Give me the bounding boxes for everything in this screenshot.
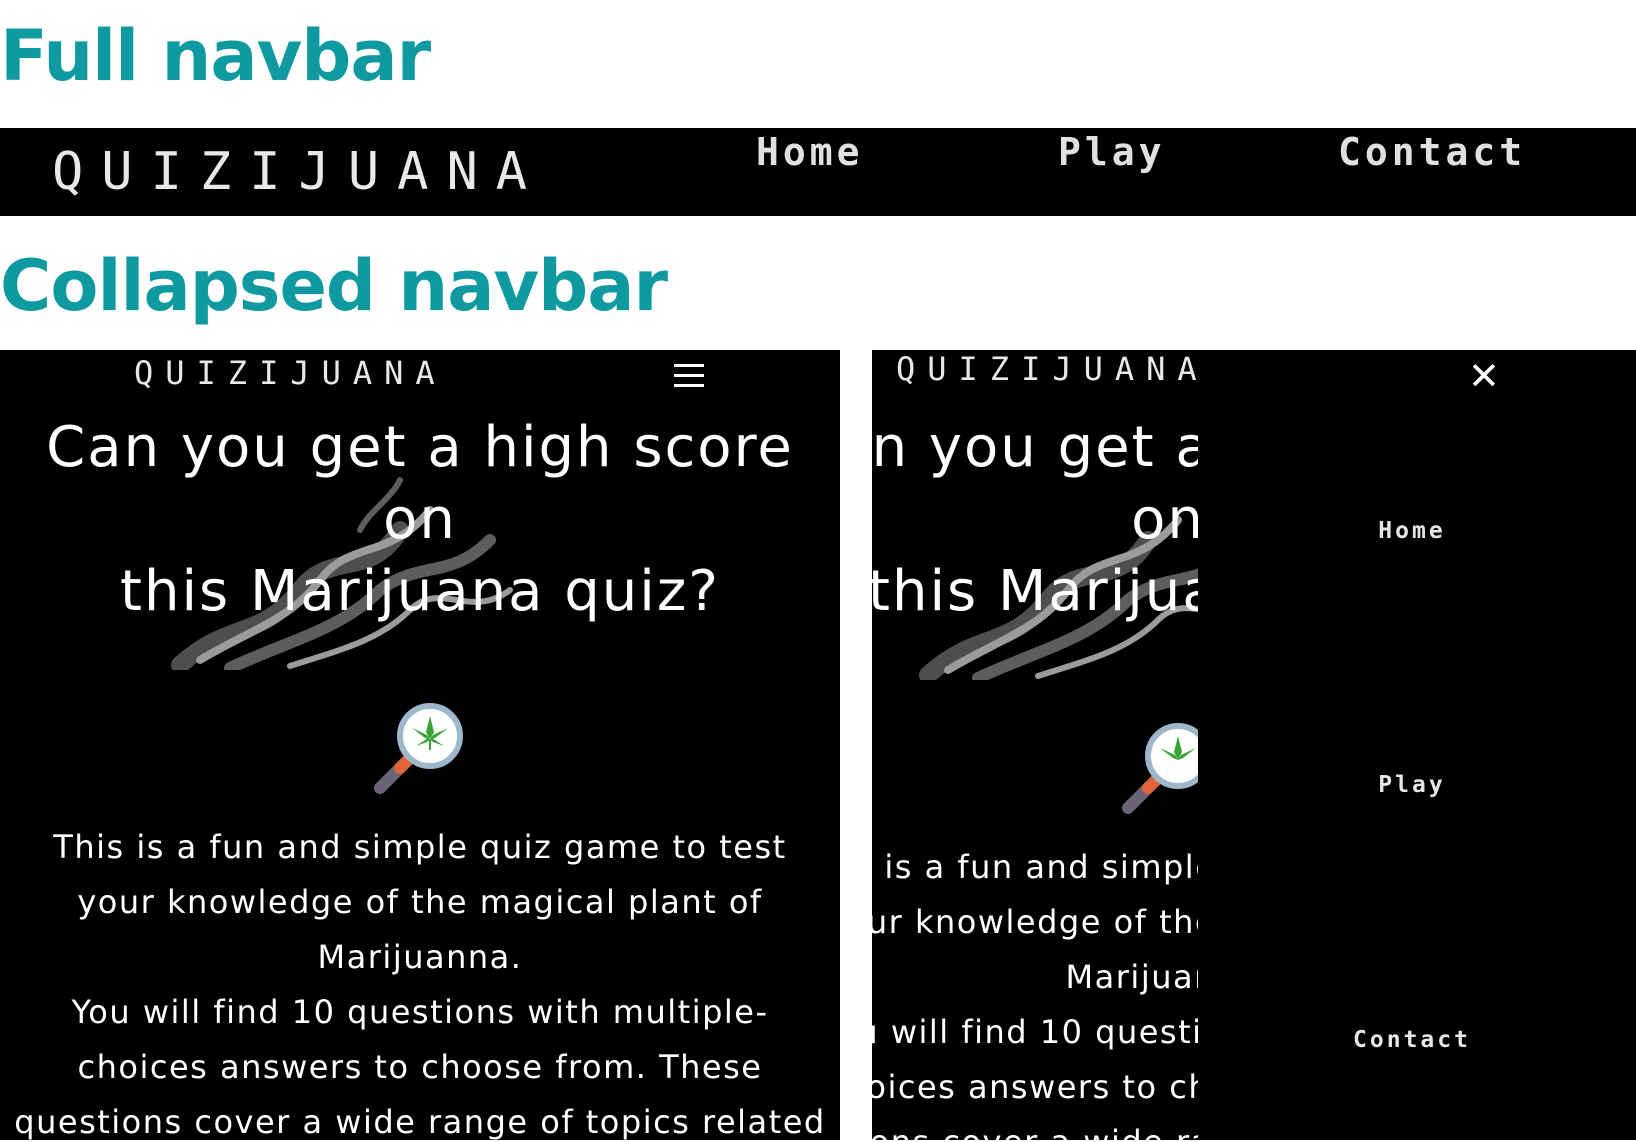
intro-line: You will find 10 questions with multiple…	[872, 1013, 1198, 1051]
intro-text: This is a fun and simple quiz game to te…	[872, 840, 1198, 1140]
mobile-screenshot-closed: QUIZIJUANA Can you get a high score on t…	[0, 350, 840, 1140]
intro-line: your knowledge of the magical plant of	[77, 883, 763, 921]
hero-title-line2: this Marijuana quiz?	[872, 559, 1198, 624]
hero-title-line2: this Marijuana quiz?	[120, 559, 720, 624]
intro-line: Marijuanna.	[1065, 958, 1198, 996]
hero-title-line1: Can you get a high score on	[46, 415, 794, 552]
intro-line: choices answers to choose from. These	[77, 1048, 763, 1086]
intro-line: Marijuanna.	[317, 938, 523, 976]
close-icon[interactable]: ✕	[1468, 356, 1500, 396]
intro-line: You will find 10 questions with multiple…	[71, 993, 769, 1031]
page-content-partial: Can you get a high score on this Marijua…	[872, 350, 1198, 1140]
intro-line: questions cover a wide range of topics r…	[872, 1123, 1198, 1140]
mobile-screenshot-menu-open: Can you get a high score on this Marijua…	[872, 350, 1636, 1140]
hero-title-line1: Can you get a high score on	[872, 415, 1198, 552]
menu-link-home[interactable]: Home	[1232, 518, 1592, 544]
menu-link-play[interactable]: Play	[1232, 772, 1592, 798]
hamburger-icon[interactable]	[674, 364, 704, 388]
nav-link-contact[interactable]: Contact	[1338, 130, 1526, 174]
intro-line: questions cover a wide range of topics r…	[14, 1103, 826, 1140]
intro-line: choices answers to choose from. These	[872, 1068, 1198, 1106]
menu-link-contact[interactable]: Contact	[1232, 1027, 1592, 1053]
full-navbar: QUIZIJUANA Home Play Contact	[0, 128, 1636, 216]
hero-title: Can you get a high score on this Marijua…	[872, 412, 1198, 628]
intro-line: This is a fun and simple quiz game to te…	[872, 848, 1198, 886]
intro-text: This is a fun and simple quiz game to te…	[0, 820, 840, 1140]
mobile-brand-logo[interactable]: QUIZIJUANA	[134, 354, 447, 392]
collapsed-navbar-heading: Collapsed navbar	[0, 245, 668, 327]
hero-title: Can you get a high score on this Marijua…	[0, 412, 840, 628]
intro-line: This is a fun and simple quiz game to te…	[53, 828, 787, 866]
mobile-brand-logo[interactable]: QUIZIJUANA	[896, 350, 1209, 388]
full-navbar-heading: Full navbar	[0, 15, 431, 97]
nav-link-home[interactable]: Home	[756, 130, 864, 174]
intro-line: your knowledge of the magical plant of	[872, 903, 1198, 941]
brand-logo[interactable]: QUIZIJUANA	[52, 142, 545, 202]
magnifier-leaf-icon	[374, 703, 463, 794]
magnifier-leaf-icon	[1122, 723, 1198, 814]
nav-link-play[interactable]: Play	[1058, 130, 1166, 174]
